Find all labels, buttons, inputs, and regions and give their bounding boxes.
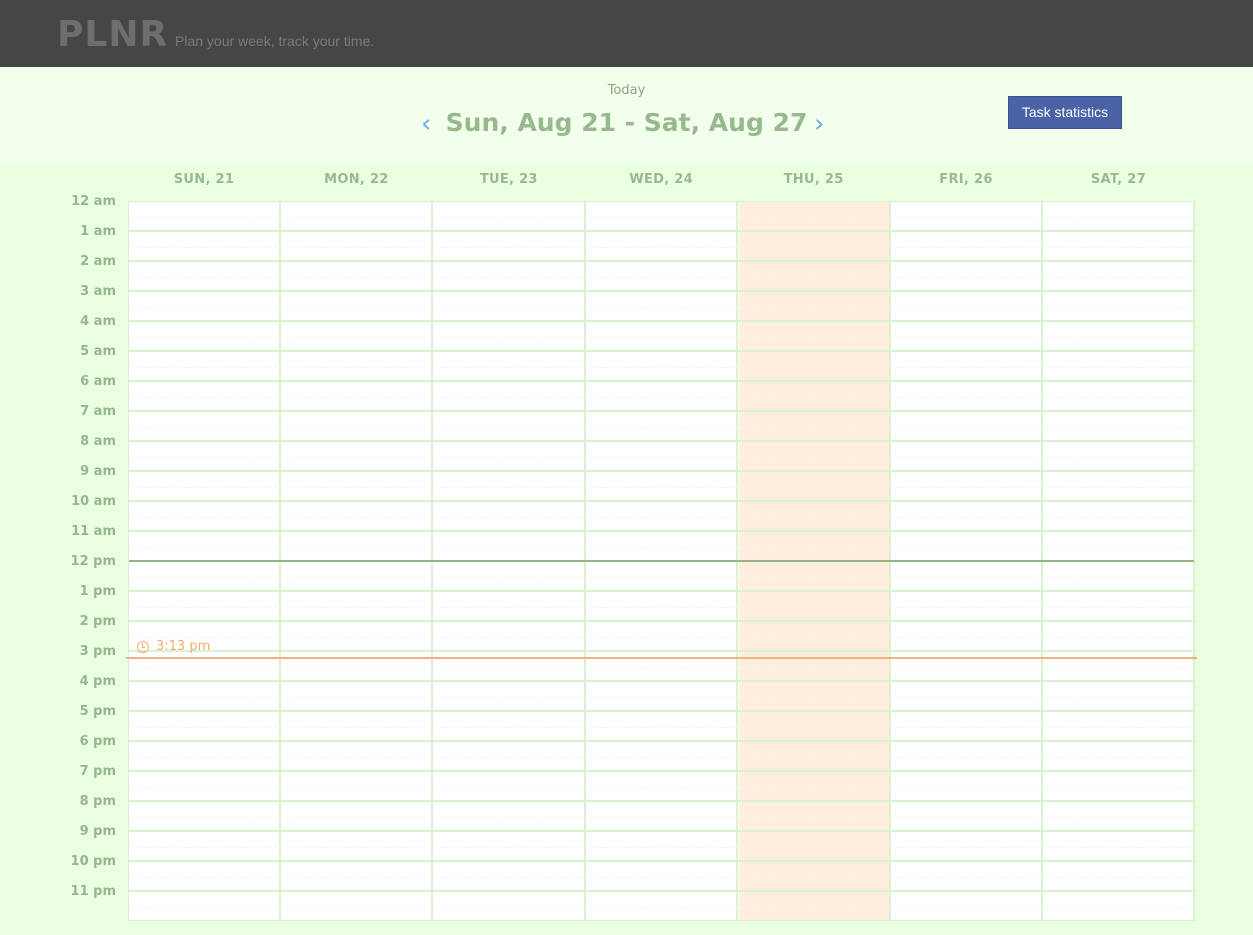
half-hour-gridline: [129, 397, 1194, 398]
hour-label: 9 pm: [79, 824, 116, 839]
hour-gridline: [129, 320, 1194, 322]
half-hour-gridline: [129, 727, 1194, 728]
hour-gridline: [129, 800, 1194, 802]
half-hour-gridline: [129, 817, 1194, 818]
half-hour-gridline: [129, 607, 1194, 608]
day-header: FRI, 26: [939, 172, 993, 187]
hour-label: 4 pm: [79, 674, 116, 689]
half-hour-gridline: [129, 877, 1194, 878]
calendar-grid[interactable]: [128, 201, 1196, 921]
hour-label: 1 am: [80, 224, 116, 239]
hour-label: 2 am: [80, 254, 116, 269]
half-hour-gridline: [129, 217, 1194, 218]
hour-gridline: [129, 380, 1194, 382]
hour-gridline: [129, 770, 1194, 772]
hour-label: 8 pm: [79, 794, 116, 809]
hour-gridline: [129, 410, 1194, 412]
current-time-indicator: 3:13 pm: [137, 639, 210, 654]
day-header: TUE, 23: [479, 172, 538, 187]
hour-label: 10 am: [71, 494, 116, 509]
hour-label: 11 pm: [70, 884, 116, 899]
hour-gridline: [129, 860, 1194, 862]
half-hour-gridline: [129, 637, 1194, 638]
half-hour-gridline: [129, 457, 1194, 458]
half-hour-gridline: [129, 337, 1194, 338]
hour-label: 1 pm: [79, 584, 116, 599]
hour-gridline: [129, 620, 1194, 622]
half-hour-gridline: [129, 667, 1194, 668]
hour-gridline: [129, 590, 1194, 592]
hour-label: 6 pm: [79, 734, 116, 749]
hour-gridline: [129, 350, 1194, 352]
day-header: THU, 25: [783, 172, 844, 187]
hour-gridline: [129, 470, 1194, 472]
top-bar: PLNR Plan your week, track your time.: [0, 0, 1253, 67]
hour-label: 3 am: [80, 284, 116, 299]
app-logo[interactable]: PLNR: [57, 14, 168, 55]
hour-label: 10 pm: [70, 854, 116, 869]
hour-label: 2 pm: [79, 614, 116, 629]
day-header: SUN, 21: [173, 172, 235, 187]
hour-label: 5 pm: [79, 704, 116, 719]
app-tagline: Plan your week, track your time.: [175, 33, 375, 49]
chevron-right-icon[interactable]: ›: [814, 107, 824, 141]
hour-gridline: [129, 830, 1194, 832]
hour-gridline: [129, 740, 1194, 742]
hour-gridline: [129, 680, 1194, 682]
half-hour-gridline: [129, 427, 1194, 428]
half-hour-gridline: [129, 547, 1194, 548]
week-header: Today ‹ Sun, Aug 21 - Sat, Aug 27 › Task…: [0, 67, 1253, 163]
hour-label: 8 am: [80, 434, 116, 449]
hour-label: 11 am: [71, 524, 116, 539]
hour-label: 9 am: [80, 464, 116, 479]
current-time-line: [126, 657, 1197, 659]
hour-label: 5 am: [80, 344, 116, 359]
half-hour-gridline: [129, 517, 1194, 518]
hour-label: 12 pm: [70, 554, 116, 569]
hour-label: 6 am: [80, 374, 116, 389]
hour-gridline: [129, 290, 1194, 292]
noon-divider: [129, 560, 1194, 562]
clock-icon: [137, 640, 149, 653]
hour-gridline: [129, 650, 1194, 652]
hour-gridline: [129, 260, 1194, 262]
hour-label: 7 am: [80, 404, 116, 419]
half-hour-gridline: [129, 757, 1194, 758]
hour-gridline: [129, 530, 1194, 532]
day-header: SAT, 27: [1090, 172, 1146, 187]
hour-label: 12 am: [71, 194, 116, 209]
hour-label: 3 pm: [79, 644, 116, 659]
half-hour-gridline: [129, 787, 1194, 788]
hour-gridline: [129, 440, 1194, 442]
day-header: MON, 22: [324, 172, 389, 187]
half-hour-gridline: [129, 847, 1194, 848]
hour-gridline: [129, 710, 1194, 712]
hour-gridline: [129, 230, 1194, 232]
hour-gridline: [129, 500, 1194, 502]
half-hour-gridline: [129, 577, 1194, 578]
day-header: WED, 24: [629, 172, 694, 187]
task-statistics-button[interactable]: Task statistics: [1008, 96, 1122, 129]
half-hour-gridline: [129, 307, 1194, 308]
hour-label: 7 pm: [79, 764, 116, 779]
half-hour-gridline: [129, 367, 1194, 368]
hour-label: 4 am: [80, 314, 116, 329]
hour-gridline: [129, 890, 1194, 892]
half-hour-gridline: [129, 487, 1194, 488]
current-time-label: 3:13 pm: [156, 639, 211, 654]
half-hour-gridline: [129, 697, 1194, 698]
half-hour-gridline: [129, 247, 1194, 248]
half-hour-gridline: [129, 277, 1194, 278]
half-hour-gridline: [129, 907, 1194, 908]
